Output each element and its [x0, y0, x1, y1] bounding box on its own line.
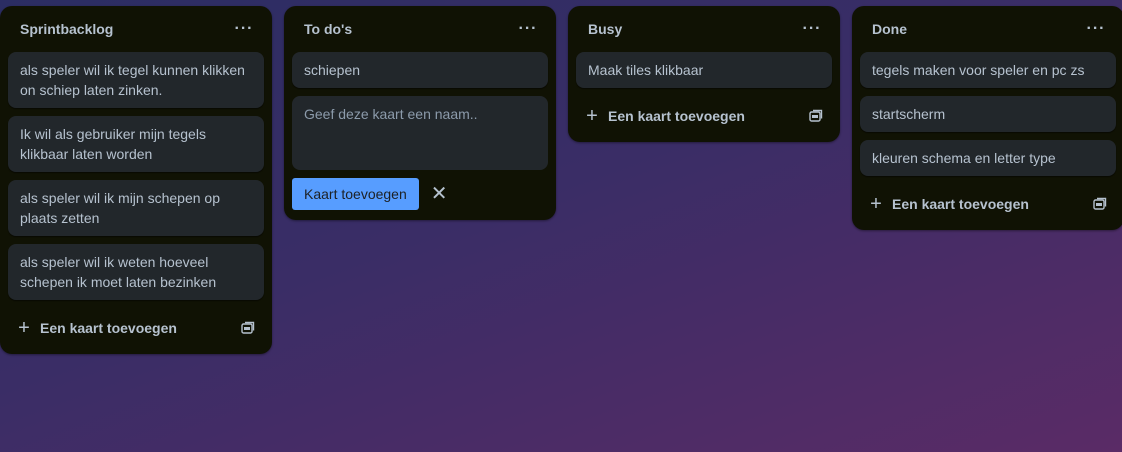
add-card-label: Een kaart toevoegen	[608, 108, 745, 124]
close-icon[interactable]: ✕	[431, 184, 448, 204]
add-card-submit-button[interactable]: Kaart toevoegen	[292, 178, 419, 210]
card-list: Maak tiles klikbaar	[576, 52, 832, 88]
card[interactable]: als speler wil ik mijn schepen op plaats…	[8, 180, 264, 236]
card[interactable]: startscherm	[860, 96, 1116, 132]
list-footer: + Een kaart toevoegen	[860, 184, 1116, 224]
list-title[interactable]: Busy	[588, 21, 622, 37]
list-header: Done ···	[860, 6, 1116, 52]
list-sprintbacklog: Sprintbacklog ··· als speler wil ik tege…	[0, 6, 272, 354]
plus-icon: +	[870, 193, 882, 215]
card-composer	[292, 96, 548, 170]
card-name-input[interactable]	[304, 104, 536, 162]
add-card-button[interactable]: + Een kaart toevoegen	[584, 106, 745, 126]
card[interactable]: als speler wil ik tegel kunnen klikken o…	[8, 52, 264, 108]
ellipsis-icon: ···	[802, 20, 822, 37]
add-card-button[interactable]: + Een kaart toevoegen	[16, 318, 177, 338]
list-title[interactable]: Done	[872, 21, 907, 37]
list-menu-button[interactable]: ···	[796, 13, 828, 45]
list-menu-button[interactable]: ···	[512, 13, 544, 45]
card[interactable]: Maak tiles klikbaar	[576, 52, 832, 88]
list-footer: + Een kaart toevoegen	[8, 308, 264, 348]
ellipsis-icon: ···	[1086, 20, 1106, 37]
card-list: schiepen	[292, 52, 548, 88]
list-header: Busy ···	[576, 6, 832, 52]
card[interactable]: tegels maken voor speler en pc zs	[860, 52, 1116, 88]
card[interactable]: schiepen	[292, 52, 548, 88]
list-header: To do's ···	[292, 6, 548, 52]
list-busy: Busy ··· Maak tiles klikbaar + Een kaart…	[568, 6, 840, 142]
card[interactable]: Ik wil als gebruiker mijn tegels klikbaa…	[8, 116, 264, 172]
plus-icon: +	[586, 105, 598, 127]
list-footer: + Een kaart toevoegen	[576, 96, 832, 136]
card-list: tegels maken voor speler en pc zs starts…	[860, 52, 1116, 176]
list-title[interactable]: Sprintbacklog	[20, 21, 113, 37]
list-menu-button[interactable]: ···	[228, 13, 260, 45]
add-card-button[interactable]: + Een kaart toevoegen	[868, 194, 1029, 214]
card[interactable]: als speler wil ik weten hoeveel schepen …	[8, 244, 264, 300]
card-template-icon[interactable]	[240, 320, 256, 336]
list-header: Sprintbacklog ···	[8, 6, 264, 52]
add-card-label: Een kaart toevoegen	[892, 196, 1029, 212]
card[interactable]: kleuren schema en letter type	[860, 140, 1116, 176]
list-done: Done ··· tegels maken voor speler en pc …	[852, 6, 1122, 230]
card-list: als speler wil ik tegel kunnen klikken o…	[8, 52, 264, 300]
list-menu-button[interactable]: ···	[1080, 13, 1112, 45]
list-todos: To do's ··· schiepen Kaart toevoegen ✕	[284, 6, 556, 220]
plus-icon: +	[18, 317, 30, 339]
ellipsis-icon: ···	[234, 20, 254, 37]
list-title[interactable]: To do's	[304, 21, 352, 37]
card-template-icon[interactable]	[808, 108, 824, 124]
ellipsis-icon: ···	[518, 20, 538, 37]
add-card-label: Een kaart toevoegen	[40, 320, 177, 336]
card-template-icon[interactable]	[1092, 196, 1108, 212]
composer-actions: Kaart toevoegen ✕	[292, 178, 548, 210]
